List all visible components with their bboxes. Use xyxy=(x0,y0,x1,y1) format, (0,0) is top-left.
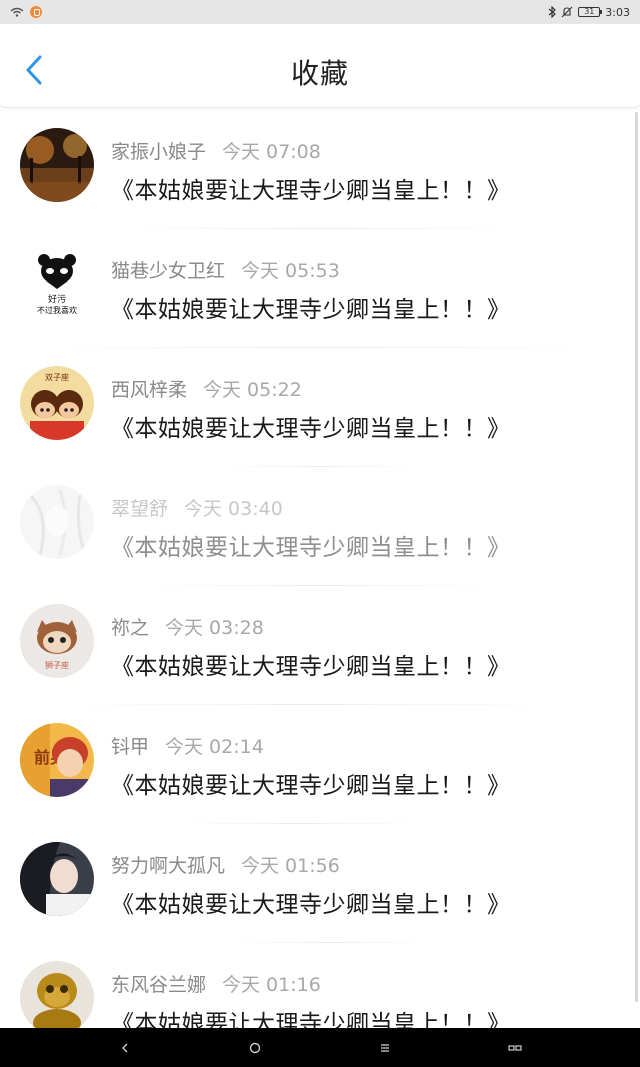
user-name[interactable]: 西风梓柔 xyxy=(111,379,187,401)
bluetooth-icon xyxy=(548,6,557,18)
clock: 3:03 xyxy=(605,5,630,19)
avatar-caption: 不过我喜欢 xyxy=(37,305,77,315)
list-item[interactable]: 狮子座 祢之 今天 03:28 《本姑娘要让大理寺少卿当皇上！！》 xyxy=(0,586,640,705)
battery-icon: 31 xyxy=(578,7,603,17)
wifi-icon xyxy=(10,7,24,17)
post-time: 今天 01:56 xyxy=(241,855,340,877)
system-nav-bar xyxy=(0,1028,640,1067)
story-title[interactable]: 《本姑娘要让大理寺少卿当皇上！！》 xyxy=(111,647,511,681)
story-title[interactable]: 《本姑娘要让大理寺少卿当皇上！！》 xyxy=(111,528,511,562)
nav-back-icon xyxy=(122,1043,128,1052)
avatar-image: 双子座 xyxy=(20,366,94,440)
user-name[interactable]: 翠望舒 xyxy=(111,498,168,520)
avatar[interactable] xyxy=(20,485,94,559)
avatar[interactable]: 狮子座 xyxy=(20,604,94,678)
post-time: 今天 05:53 xyxy=(241,260,340,282)
app-notification-icon xyxy=(30,6,42,18)
nav-home-icon xyxy=(249,1042,261,1053)
list-item[interactable]: 翠望舒 今天 03:40 《本姑娘要让大理寺少卿当皇上！！》 xyxy=(0,467,640,586)
nav-home-button[interactable] xyxy=(243,1036,267,1060)
post-time: 今天 05:22 xyxy=(203,379,302,401)
post-time: 今天 02:14 xyxy=(165,736,264,758)
list-item[interactable]: 努力啊大孤凡 今天 01:56 《本姑娘要让大理寺少卿当皇上！！》 xyxy=(0,824,640,943)
story-title[interactable]: 《本姑娘要让大理寺少卿当皇上！！》 xyxy=(111,766,511,800)
avatar-image xyxy=(20,842,94,916)
avatar[interactable]: 前男 xyxy=(20,723,94,797)
user-name[interactable]: 家振小娘子 xyxy=(111,141,206,163)
status-left xyxy=(10,6,42,18)
avatar[interactable] xyxy=(20,961,94,1035)
avatar-image xyxy=(20,485,94,559)
item-meta: 猫巷少女卫红 今天 05:53 xyxy=(111,256,340,283)
user-name[interactable]: 钭甲 xyxy=(111,736,149,758)
page-title: 收藏 xyxy=(290,57,349,90)
nav-back-button[interactable] xyxy=(113,1036,137,1060)
user-name[interactable]: 努力啊大孤凡 xyxy=(111,855,225,877)
item-meta: 翠望舒 今天 03:40 xyxy=(111,494,283,521)
post-time: 今天 03:40 xyxy=(184,498,283,520)
status-bar: 31 3:03 xyxy=(0,0,640,24)
item-meta: 家振小娘子 今天 07:08 xyxy=(111,137,321,164)
post-time: 今天 07:08 xyxy=(222,141,321,163)
nav-recents-button[interactable] xyxy=(503,1036,527,1060)
post-time: 今天 03:28 xyxy=(165,617,264,639)
avatar[interactable] xyxy=(20,128,94,202)
item-meta: 祢之 今天 03:28 xyxy=(111,613,264,640)
favorites-list: 家振小娘子 今天 07:08 《本姑娘要让大理寺少卿当皇上！！》 好污 不过我喜欢… xyxy=(0,110,640,1062)
avatar-caption: 好污 xyxy=(48,293,66,305)
avatar-caption: 狮子座 xyxy=(45,660,69,670)
nav-menu-button[interactable] xyxy=(373,1036,397,1060)
story-title[interactable]: 《本姑娘要让大理寺少卿当皇上！！》 xyxy=(111,171,511,205)
story-title[interactable]: 《本姑娘要让大理寺少卿当皇上！！》 xyxy=(111,409,511,443)
mute-bell-icon xyxy=(561,6,573,18)
list-item[interactable]: 前男 钭甲 今天 02:14 《本姑娘要让大理寺少卿当皇上！！》 xyxy=(0,705,640,824)
nav-menu-icon xyxy=(381,1043,389,1052)
header: 收藏 xyxy=(0,24,640,108)
avatar-image xyxy=(20,961,94,1035)
item-meta: 努力啊大孤凡 今天 01:56 xyxy=(111,851,340,878)
avatar[interactable] xyxy=(20,842,94,916)
list-item[interactable]: 家振小娘子 今天 07:08 《本姑娘要让大理寺少卿当皇上！！》 xyxy=(0,110,640,229)
avatar-image: 前男 xyxy=(20,723,94,797)
story-title[interactable]: 《本姑娘要让大理寺少卿当皇上！！》 xyxy=(111,290,511,324)
story-title[interactable]: 《本姑娘要让大理寺少卿当皇上！！》 xyxy=(111,885,511,919)
scrollbar[interactable] xyxy=(635,112,638,1002)
list-item[interactable]: 双子座 西风梓柔 今天 05:22 《本姑娘要让大理寺少卿当皇上！！》 xyxy=(0,348,640,467)
post-time: 今天 01:16 xyxy=(222,974,321,996)
item-meta: 西风梓柔 今天 05:22 xyxy=(111,375,302,402)
avatar[interactable]: 双子座 xyxy=(20,366,94,440)
avatar-image xyxy=(20,128,94,202)
list-item[interactable]: 好污 不过我喜欢 猫巷少女卫红 今天 05:53 《本姑娘要让大理寺少卿当皇上！！… xyxy=(0,229,640,348)
avatar-image: 好污 不过我喜欢 xyxy=(20,247,94,321)
item-meta: 东风谷兰娜 今天 01:16 xyxy=(111,970,321,997)
user-name[interactable]: 祢之 xyxy=(111,617,149,639)
item-meta: 钭甲 今天 02:14 xyxy=(111,732,264,759)
avatar-caption: 双子座 xyxy=(45,372,69,382)
avatar-image: 狮子座 xyxy=(20,604,94,678)
nav-recents-icon xyxy=(508,1044,522,1051)
user-name[interactable]: 东风谷兰娜 xyxy=(111,974,206,996)
user-name[interactable]: 猫巷少女卫红 xyxy=(111,260,225,282)
status-right: 31 3:03 xyxy=(548,6,630,19)
avatar[interactable]: 好污 不过我喜欢 xyxy=(20,247,94,321)
